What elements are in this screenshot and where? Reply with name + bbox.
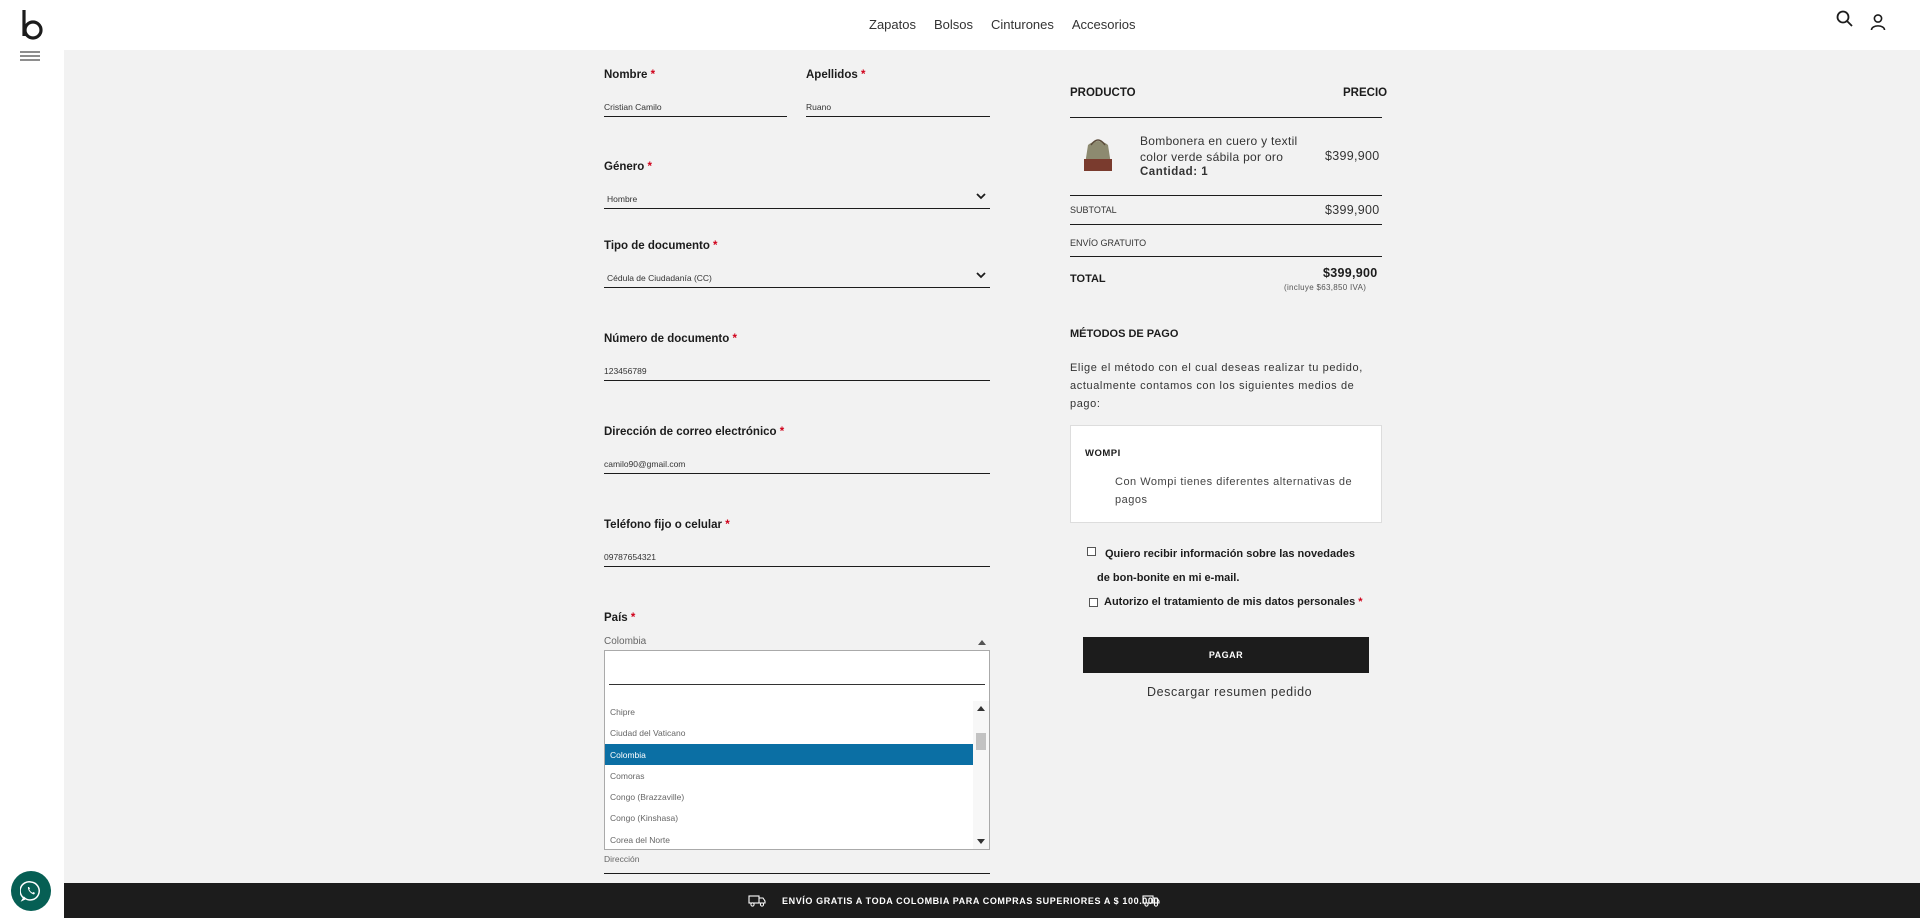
pay-button[interactable]: PAGAR xyxy=(1083,637,1369,673)
chevron-up-icon xyxy=(978,640,986,645)
site-header: Zapatos Bolsos Cinturones Accesorios xyxy=(0,0,1920,50)
tax-note: (incluye $63,850 IVA) xyxy=(1284,283,1367,292)
numero-documento-label: Número de documento * xyxy=(604,333,737,345)
subtotal-value: $399,900 xyxy=(1325,203,1380,217)
payment-method-wompi[interactable]: WOMPI Con Wompi tienes diferentes altern… xyxy=(1070,425,1382,523)
truck-icon xyxy=(1142,895,1160,907)
telefono-label: Teléfono fijo o celular * xyxy=(604,519,730,531)
shipping-label: ENVÍO GRATUITO xyxy=(1070,238,1147,248)
genero-label: Género * xyxy=(604,161,652,173)
divider xyxy=(1070,224,1382,225)
payment-method-name: WOMPI xyxy=(1085,448,1121,459)
left-sidebar xyxy=(0,50,64,918)
chevron-down-icon xyxy=(976,272,986,279)
telefono-input[interactable]: 09787654321 xyxy=(604,545,990,567)
list-item-selected[interactable]: Colombia xyxy=(605,743,973,765)
price-column-header: PRECIO xyxy=(1343,87,1388,99)
email-field[interactable]: camilo90@gmail.com xyxy=(604,452,990,474)
pais-options-list: Chipre Ciudad del Vaticano Colombia Como… xyxy=(605,701,973,850)
payment-description: Elige el método con el cual deseas reali… xyxy=(1070,362,1363,410)
product-price: $399,900 xyxy=(1325,149,1380,163)
pais-search-input[interactable] xyxy=(609,657,985,685)
genero-value: Hombre xyxy=(607,194,638,204)
product-name[interactable]: Bombonera en cuero y textil color verde … xyxy=(1140,134,1315,165)
hamburger-icon[interactable] xyxy=(20,51,40,63)
tipo-documento-select[interactable]: Cédula de Ciudadanía (CC) xyxy=(604,266,990,288)
privacy-label: Autorizo el tratamiento de mis datos per… xyxy=(1104,596,1363,608)
privacy-checkbox[interactable] xyxy=(1089,598,1098,607)
scrollbar-thumb[interactable] xyxy=(976,733,986,750)
download-summary-link[interactable]: Descargar resumen pedido xyxy=(1147,685,1312,699)
pais-select[interactable]: Colombia xyxy=(604,636,990,650)
dropdown-scrollbar[interactable] xyxy=(973,701,989,849)
total-value: $399,900 xyxy=(1323,266,1378,280)
chevron-down-icon xyxy=(976,193,986,200)
list-item[interactable]: Congo (Brazzaville) xyxy=(605,786,973,807)
product-thumbnail[interactable] xyxy=(1076,133,1120,177)
nav-item-cinturones[interactable]: Cinturones xyxy=(991,17,1054,32)
numero-documento-input[interactable]: 123456789 xyxy=(604,359,990,381)
banner-text: ENVÍO GRATIS A TODA COLOMBIA PARA COMPRA… xyxy=(782,896,1160,906)
logo-icon[interactable] xyxy=(20,8,44,42)
newsletter-label: Quiero recibir información sobre las nov… xyxy=(1097,548,1356,584)
divider xyxy=(1070,117,1382,118)
nav-item-accesorios[interactable]: Accesorios xyxy=(1072,17,1136,32)
payment-method-desc: Con Wompi tienes diferentes alternativas… xyxy=(1115,476,1353,506)
main-nav: Zapatos Bolsos Cinturones Accesorios xyxy=(869,17,1135,32)
whatsapp-icon xyxy=(20,881,40,902)
product-column-header: PRODUCTO xyxy=(1070,87,1136,99)
payment-methods-title: MÉTODOS DE PAGO xyxy=(1070,328,1179,340)
genero-select[interactable]: Hombre xyxy=(604,187,990,209)
divider xyxy=(1070,256,1382,257)
tipo-documento-label: Tipo de documento * xyxy=(604,240,718,252)
list-item[interactable]: Corea del Norte xyxy=(605,829,973,850)
divider xyxy=(1070,195,1382,196)
product-quantity: Cantidad: 1 xyxy=(1140,166,1209,178)
search-icon[interactable] xyxy=(1835,9,1855,29)
pais-dropdown: Chipre Ciudad del Vaticano Colombia Como… xyxy=(604,650,990,850)
direccion-input[interactable]: Dirección xyxy=(604,850,990,874)
nav-item-zapatos[interactable]: Zapatos xyxy=(869,17,916,32)
user-icon[interactable] xyxy=(1868,12,1888,32)
nav-item-bolsos[interactable]: Bolsos xyxy=(934,17,973,32)
pais-label: País * xyxy=(604,612,636,624)
scroll-up-icon[interactable] xyxy=(977,705,985,711)
email-label: Dirección de correo electrónico * xyxy=(604,426,785,438)
nombre-label: Nombre * xyxy=(604,69,656,81)
tipo-documento-value: Cédula de Ciudadanía (CC) xyxy=(607,273,712,283)
total-label: TOTAL xyxy=(1070,273,1106,285)
pais-value: Colombia xyxy=(604,636,647,647)
list-item[interactable]: Congo (Kinshasa) xyxy=(605,807,973,828)
subtotal-label: SUBTOTAL xyxy=(1070,205,1117,215)
whatsapp-button[interactable] xyxy=(11,871,51,911)
scroll-down-icon[interactable] xyxy=(977,839,985,845)
nombre-input[interactable]: Cristian Camilo xyxy=(604,95,787,117)
apellidos-label: Apellidos * xyxy=(806,69,866,81)
free-shipping-banner: ENVÍO GRATIS A TODA COLOMBIA PARA COMPRA… xyxy=(64,883,1920,918)
list-item[interactable]: Ciudad del Vaticano xyxy=(605,722,973,743)
apellidos-input[interactable]: Ruano xyxy=(806,95,990,117)
truck-icon xyxy=(748,895,766,907)
list-item[interactable]: Comoras xyxy=(605,765,973,786)
newsletter-checkbox[interactable] xyxy=(1087,547,1096,556)
list-item[interactable]: Chipre xyxy=(605,701,973,722)
